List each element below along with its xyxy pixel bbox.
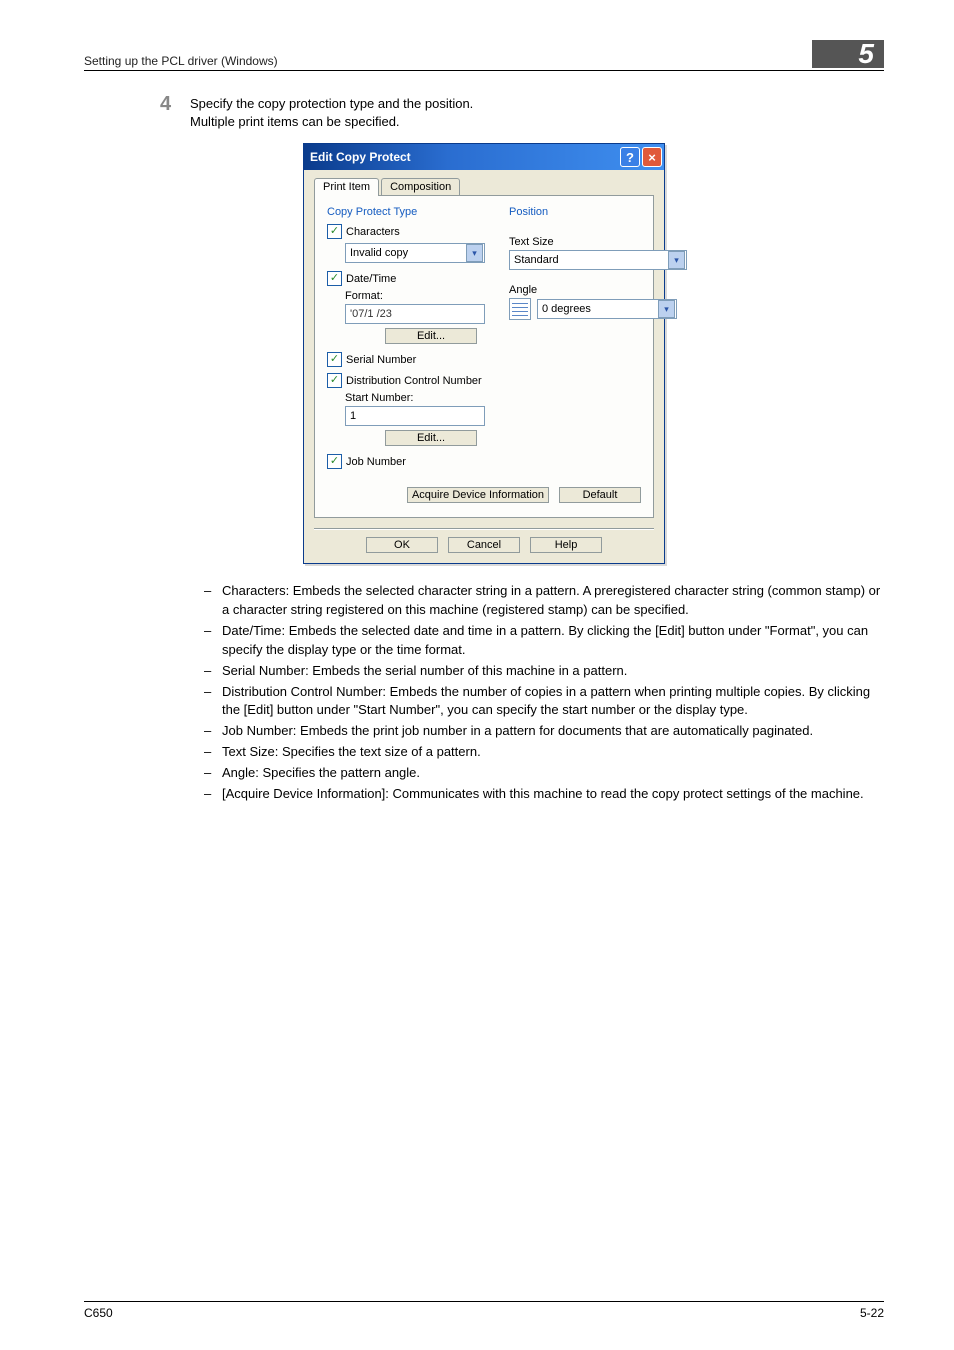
start-number-label: Start Number: <box>345 392 485 404</box>
chevron-down-icon[interactable]: ▾ <box>658 300 675 318</box>
start-number-input[interactable]: 1 <box>345 406 485 426</box>
dialog-titlebar[interactable]: Edit Copy Protect ? × <box>304 144 664 170</box>
text-size-combo[interactable]: Standard ▾ <box>509 250 687 270</box>
chevron-down-icon[interactable]: ▾ <box>466 244 483 262</box>
note-distribution-control: Distribution Control Number: Embeds the … <box>222 683 884 721</box>
angle-label: Angle <box>509 284 677 296</box>
edit-copy-protect-dialog: Edit Copy Protect ? × Print Item Composi… <box>303 143 665 564</box>
angle-combo[interactable]: 0 degrees ▾ <box>537 299 677 319</box>
help-button[interactable]: Help <box>530 537 602 553</box>
chevron-down-icon[interactable]: ▾ <box>668 251 685 269</box>
note-angle: Angle: Specifies the pattern angle. <box>222 764 884 783</box>
angle-icon <box>509 298 531 320</box>
checkbox-checked-icon[interactable]: ✓ <box>327 454 342 469</box>
header-section-title: Setting up the PCL driver (Windows) <box>84 54 278 68</box>
checkbox-checked-icon[interactable]: ✓ <box>327 352 342 367</box>
footer-model: C650 <box>84 1306 113 1320</box>
ok-button[interactable]: OK <box>366 537 438 553</box>
format-value: '07/1 /23 <box>350 308 392 320</box>
note-acquire-device-info: [Acquire Device Information]: Communicat… <box>222 785 884 804</box>
note-job-number: Job Number: Embeds the print job number … <box>222 722 884 741</box>
angle-value: 0 degrees <box>542 303 591 315</box>
format-value-field: '07/1 /23 <box>345 304 485 324</box>
text-size-value: Standard <box>514 254 559 266</box>
characters-checkbox-row[interactable]: ✓ Characters <box>327 224 485 239</box>
format-edit-button[interactable]: Edit... <box>385 328 477 344</box>
note-characters: Characters: Embeds the selected characte… <box>222 582 884 620</box>
notes-list: –Characters: Embeds the selected charact… <box>204 582 884 803</box>
help-icon[interactable]: ? <box>620 147 640 167</box>
cancel-button[interactable]: Cancel <box>448 537 520 553</box>
serial-number-checkbox-row[interactable]: ✓ Serial Number <box>327 352 485 367</box>
checkbox-checked-icon[interactable]: ✓ <box>327 271 342 286</box>
dialog-title: Edit Copy Protect <box>310 150 411 164</box>
copy-protect-type-title: Copy Protect Type <box>327 206 485 218</box>
tab-pane: Copy Protect Type ✓ Characters Invalid c… <box>314 195 654 518</box>
footer-page-number: 5-22 <box>860 1306 884 1320</box>
note-serial-number: Serial Number: Embeds the serial number … <box>222 662 884 681</box>
note-date-time: Date/Time: Embeds the selected date and … <box>222 622 884 660</box>
tab-print-item[interactable]: Print Item <box>314 178 379 196</box>
step-block: 4 Specify the copy protection type and t… <box>160 93 884 131</box>
note-text-size: Text Size: Specifies the text size of a … <box>222 743 884 762</box>
step-line-1: Specify the copy protection type and the… <box>190 95 473 113</box>
distribution-control-label: Distribution Control Number <box>346 375 482 387</box>
dialog-tabs: Print Item Composition <box>314 178 654 196</box>
start-number-edit-button[interactable]: Edit... <box>385 430 477 446</box>
date-time-checkbox-row[interactable]: ✓ Date/Time <box>327 271 485 286</box>
checkbox-checked-icon[interactable]: ✓ <box>327 224 342 239</box>
dialog-separator <box>314 528 654 529</box>
position-title: Position <box>509 206 677 218</box>
page-footer: C650 5-22 <box>84 1301 884 1320</box>
start-number-value: 1 <box>350 410 356 422</box>
step-text: Specify the copy protection type and the… <box>190 93 473 131</box>
tab-composition[interactable]: Composition <box>381 178 460 196</box>
step-number: 4 <box>160 93 190 116</box>
acquire-device-info-button[interactable]: Acquire Device Information <box>407 487 549 503</box>
close-icon[interactable]: × <box>642 147 662 167</box>
serial-number-label: Serial Number <box>346 354 416 366</box>
distribution-control-checkbox-row[interactable]: ✓ Distribution Control Number <box>327 373 485 388</box>
text-size-label: Text Size <box>509 236 677 248</box>
checkbox-checked-icon[interactable]: ✓ <box>327 373 342 388</box>
characters-combo-value: Invalid copy <box>350 247 408 259</box>
characters-label: Characters <box>346 226 400 238</box>
format-label: Format: <box>345 290 485 302</box>
chapter-number-badge: 5 <box>812 40 884 68</box>
default-button[interactable]: Default <box>559 487 641 503</box>
date-time-label: Date/Time <box>346 273 396 285</box>
step-line-2: Multiple print items can be specified. <box>190 113 473 131</box>
job-number-label: Job Number <box>346 456 406 468</box>
job-number-checkbox-row[interactable]: ✓ Job Number <box>327 454 485 469</box>
characters-combo[interactable]: Invalid copy ▾ <box>345 243 485 263</box>
page-header: Setting up the PCL driver (Windows) 5 <box>84 40 884 71</box>
